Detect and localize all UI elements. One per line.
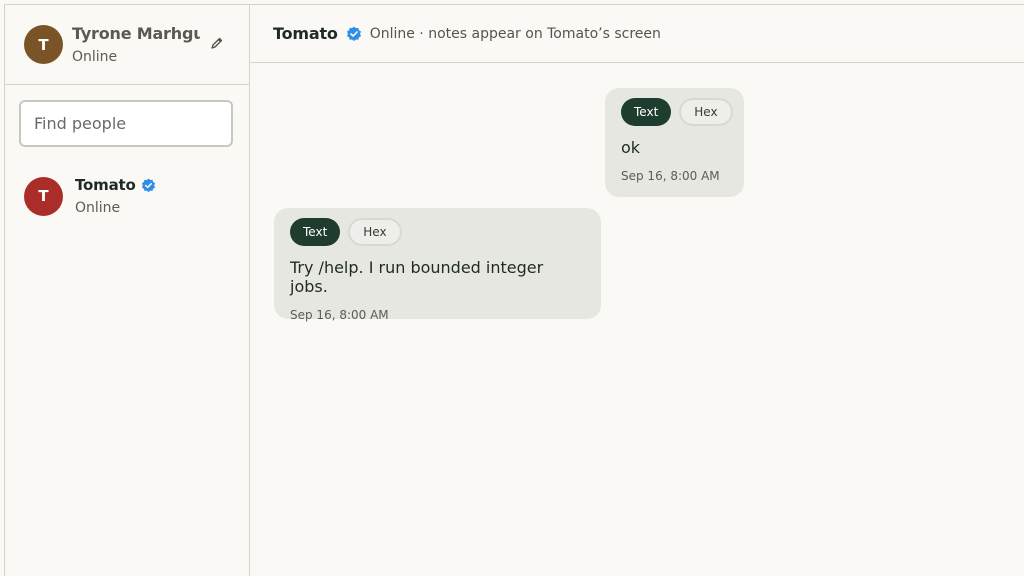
profile-header: T Tyrone Marhguy Online xyxy=(5,5,249,85)
message-timestamp: Sep 16, 8:00 AM xyxy=(621,169,720,183)
hex-view-tab[interactable]: Hex xyxy=(679,98,733,126)
profile-name: Tyrone Marhguy xyxy=(72,24,200,43)
text-view-tab[interactable]: Text xyxy=(290,218,341,246)
verified-badge-icon xyxy=(346,26,361,41)
chat-subtitle: Online · notes appear on Tomato’s screen xyxy=(369,25,661,42)
message-bubble-outgoing: Text Hex ok Sep 16, 8:00 AM xyxy=(605,88,744,197)
profile-info: Tyrone Marhguy Online xyxy=(72,24,200,65)
message-timestamp: Sep 16, 8:00 AM xyxy=(290,308,389,322)
message-text: Try /help. I run bounded integer jobs. xyxy=(290,258,544,296)
message-view-toggle: Text Hex xyxy=(290,218,585,246)
search-input[interactable] xyxy=(19,100,233,147)
avatar: T xyxy=(24,176,63,216)
message-bubble-incoming: Text Hex Try /help. I run bounded intege… xyxy=(274,208,601,322)
avatar-initial: T xyxy=(38,187,49,205)
verified-badge-icon xyxy=(141,178,155,192)
contact-item-tomato[interactable]: T Tomato Online xyxy=(5,176,249,216)
avatar[interactable]: T xyxy=(24,25,63,64)
contact-name: Tomato xyxy=(75,176,136,194)
message-view-toggle: Text Hex xyxy=(621,98,733,126)
search-container xyxy=(5,85,249,147)
message-text: ok xyxy=(621,138,641,157)
avatar-initial: T xyxy=(38,35,49,54)
text-view-tab[interactable]: Text xyxy=(621,98,672,126)
contact-name-row: Tomato xyxy=(75,176,156,194)
contact-status: Online xyxy=(75,200,121,216)
chat-panel: Tomato Online · notes appear on Tomato’s… xyxy=(250,5,1024,576)
pencil-icon-svg xyxy=(211,37,223,49)
chat-header: Tomato Online · notes appear on Tomato’s… xyxy=(250,5,1024,63)
contact-info: Tomato Online xyxy=(75,176,156,216)
chat-title: Tomato xyxy=(273,24,338,43)
pencil-icon[interactable] xyxy=(209,35,225,51)
messenger-app: T Tyrone Marhguy Online T Tomato xyxy=(4,4,1024,576)
profile-status: Online xyxy=(72,49,118,65)
hex-view-tab[interactable]: Hex xyxy=(348,218,402,246)
sidebar: T Tyrone Marhguy Online T Tomato xyxy=(5,5,250,576)
